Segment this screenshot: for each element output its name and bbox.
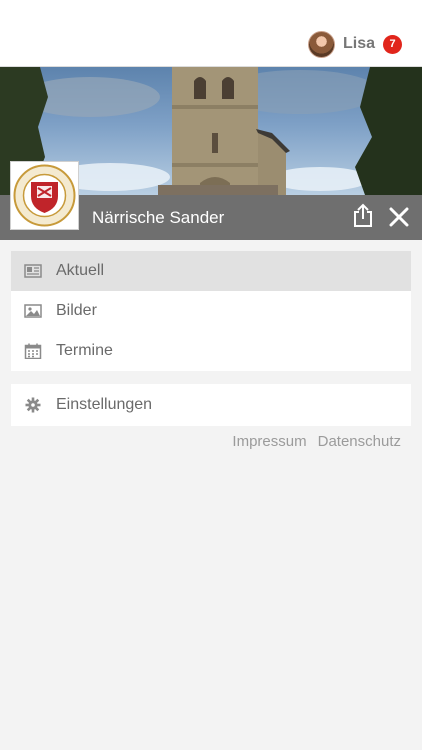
close-icon [389,207,409,227]
main-menu: Aktuell Bilder Termine [11,251,411,371]
menu-item-einstellungen[interactable]: Einstellungen [11,384,411,426]
impressum-link[interactable]: Impressum [232,433,306,455]
top-bar: Lisa 7 [0,0,422,67]
club-logo [10,161,79,230]
menu-item-bilder[interactable]: Bilder [11,291,411,331]
menu-item-label: Aktuell [56,262,105,279]
close-button[interactable] [385,203,413,231]
newspaper-icon [24,264,42,278]
menu-item-label: Einstellungen [56,396,153,413]
image-icon [24,304,42,318]
avatar[interactable] [307,30,335,58]
club-name: Närrische Sander [92,208,225,227]
share-icon [354,203,372,227]
settings-menu: Einstellungen [11,384,411,426]
user-name[interactable]: Lisa [343,35,375,53]
footer-links: Impressum Datenschutz [232,433,401,455]
menu-item-aktuell[interactable]: Aktuell [11,251,411,291]
gear-icon [25,397,41,413]
calendar-icon [24,343,42,359]
user-profile[interactable]: Lisa 7 [307,29,402,59]
share-button[interactable] [349,201,377,229]
notification-badge[interactable]: 7 [383,34,402,54]
menu-item-termine[interactable]: Termine [11,331,411,371]
menu-item-label: Termine [56,342,113,359]
datenschutz-link[interactable]: Datenschutz [318,433,401,455]
menu-item-label: Bilder [56,302,97,319]
